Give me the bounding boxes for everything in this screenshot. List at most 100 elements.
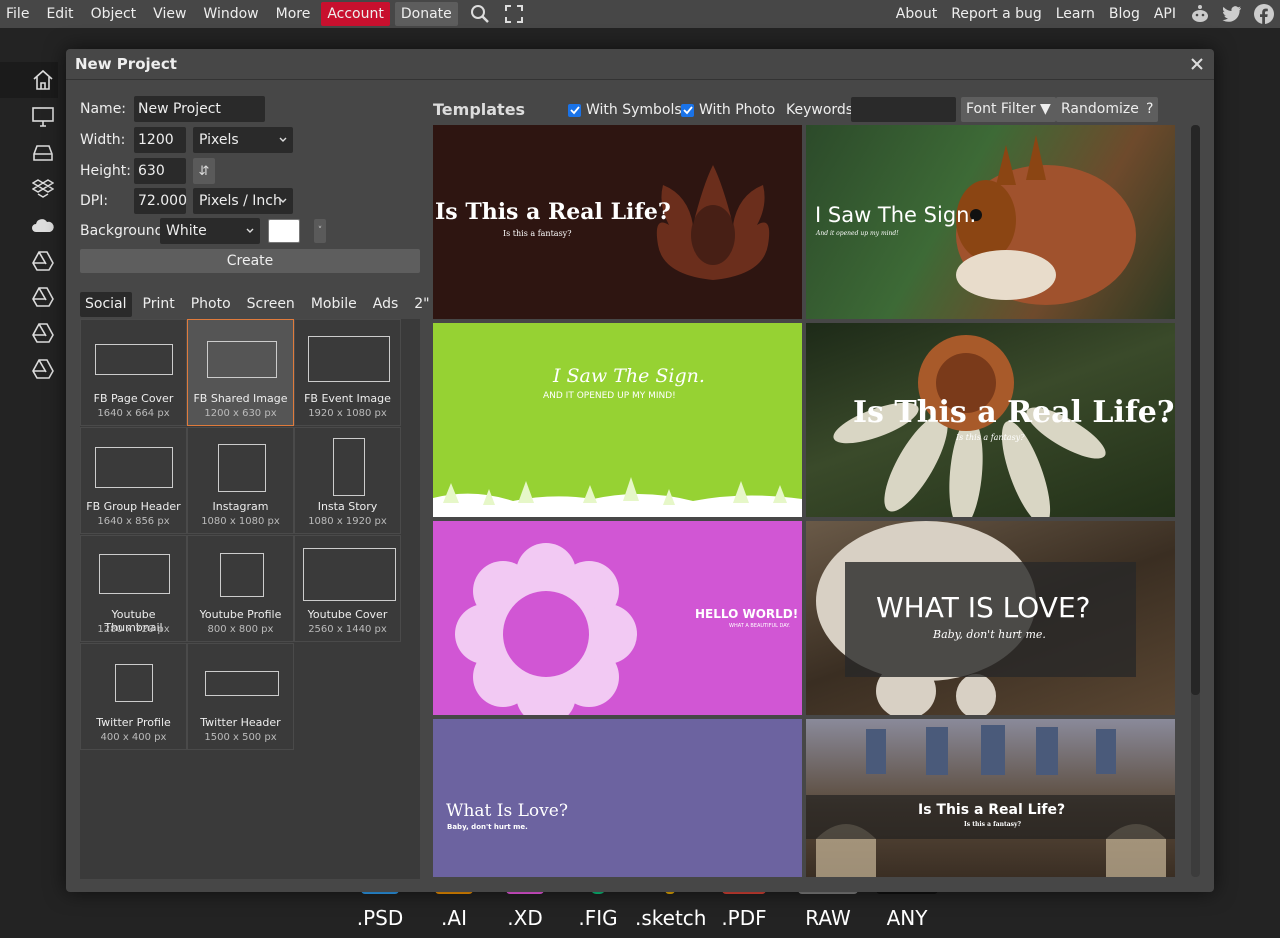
height-label: Height: — [80, 163, 131, 179]
tab-screen[interactable]: Screen — [242, 292, 300, 317]
google-drive-icon[interactable] — [31, 321, 55, 345]
template-subtitle: Is this a fantasy? — [956, 433, 1025, 442]
name-row: Name: — [80, 96, 126, 122]
width-row: Width: — [80, 127, 125, 153]
keywords-input[interactable] — [851, 97, 956, 122]
width-label: Width: — [80, 132, 126, 148]
preset-shape — [333, 438, 365, 496]
donate-button[interactable]: Donate — [394, 2, 458, 26]
reddit-icon[interactable] — [1189, 3, 1211, 25]
fullscreen-icon[interactable] — [502, 2, 526, 26]
format-label: .FIG — [578, 906, 618, 930]
tab-photo[interactable]: Photo — [186, 292, 236, 317]
format-label: .AI — [441, 906, 467, 930]
with-symbols-checkbox[interactable]: With Symbols — [568, 102, 682, 118]
preset-name: FB Shared Image — [193, 392, 288, 405]
template-subtitle: WHAT A BEAUTIFUL DAY. — [729, 623, 790, 629]
twitter-icon[interactable] — [1221, 3, 1243, 25]
create-button[interactable]: Create — [80, 249, 420, 273]
background-select[interactable]: White — [160, 218, 260, 244]
height-input[interactable]: 630 — [134, 158, 186, 184]
menu-report-bug[interactable]: Report a bug — [945, 2, 1048, 26]
template-subtitle: AND IT OPENED UP MY MIND! — [543, 391, 676, 401]
search-icon[interactable] — [468, 2, 492, 26]
menu-about[interactable]: About — [890, 2, 943, 26]
tab-print[interactable]: Print — [138, 292, 180, 317]
dropbox-icon[interactable] — [31, 177, 55, 201]
menu-object[interactable]: Object — [85, 2, 143, 26]
template-card[interactable]: What Is Love? Baby, don't hurt me. — [433, 719, 802, 877]
help-button[interactable]: ? — [1141, 97, 1159, 122]
home-icon[interactable] — [31, 68, 55, 92]
menu-view[interactable]: View — [147, 2, 192, 26]
tab-social[interactable]: Social — [80, 292, 132, 317]
preset-shape — [303, 548, 396, 601]
preset-youtube-profile[interactable]: Youtube Profile 800 x 800 px — [187, 535, 294, 642]
templates-header: Templates With Symbols With Photo Keywor… — [433, 97, 1213, 123]
facebook-icon[interactable] — [1253, 3, 1275, 25]
template-card[interactable]: WHAT IS LOVE? Baby, don't hurt me. — [806, 521, 1175, 715]
template-subtitle: And it opened up my mind! — [816, 230, 899, 237]
preset-instagram[interactable]: Instagram 1080 x 1080 px — [187, 427, 294, 534]
width-input[interactable]: 1200 — [134, 127, 186, 153]
preset-twitter-header[interactable]: Twitter Header 1500 x 500 px — [187, 643, 294, 750]
randomize-button[interactable]: Randomize — [1056, 97, 1144, 122]
account-button[interactable]: Account — [321, 2, 390, 26]
template-card[interactable]: Is This a Real Life? Is this a fantasy? — [806, 323, 1175, 517]
tab-ads[interactable]: Ads — [368, 292, 404, 317]
preset-name: Twitter Profile — [96, 716, 171, 729]
checkbox-checked-icon — [681, 103, 694, 117]
preset-shape — [99, 554, 170, 594]
menu-learn[interactable]: Learn — [1050, 2, 1101, 26]
google-drive-icon[interactable] — [31, 285, 55, 309]
keywords-label: Keywords: — [786, 102, 858, 118]
templates-scrollbar-thumb[interactable] — [1191, 125, 1200, 695]
template-card[interactable]: I Saw The Sign. And it opened up my mind… — [806, 125, 1175, 319]
preset-youtube-thumbnail[interactable]: Youtube Thumbnail 1280 x 720 px — [80, 535, 187, 642]
menu-window[interactable]: Window — [197, 2, 264, 26]
checkbox-checked-icon — [568, 103, 581, 117]
dpi-unit-select[interactable]: Pixels / Inch — [193, 188, 293, 214]
dpi-input[interactable]: 72.000 — [134, 188, 187, 214]
dpi-label: DPI: — [80, 193, 109, 209]
menu-more[interactable]: More — [270, 2, 317, 26]
menu-blog[interactable]: Blog — [1103, 2, 1146, 26]
preset-fb-shared-image[interactable]: FB Shared Image 1200 x 630 px — [187, 319, 294, 426]
google-drive-icon[interactable] — [31, 357, 55, 381]
dialog-title: New Project — [75, 55, 177, 73]
background-color-swatch[interactable] — [268, 219, 300, 243]
template-card[interactable]: Is This a Real Life? Is this a fantasy? — [806, 719, 1175, 877]
tab-2[interactable]: 2" — [409, 292, 434, 317]
onedrive-icon[interactable] — [31, 213, 55, 237]
monitor-icon[interactable] — [31, 105, 55, 129]
preset-fb-page-cover[interactable]: FB Page Cover 1640 x 664 px — [80, 319, 187, 426]
preset-shape — [207, 341, 277, 378]
menu-edit[interactable]: Edit — [40, 2, 79, 26]
template-card[interactable]: Is This a Real Life? Is this a fantasy? — [433, 125, 802, 319]
template-title: Is This a Real Life? — [918, 802, 1066, 818]
preset-fb-group-header[interactable]: FB Group Header 1640 x 856 px — [80, 427, 187, 534]
template-title: HELLO WORLD! — [695, 607, 799, 621]
menu-api[interactable]: API — [1148, 2, 1182, 26]
template-card[interactable]: I Saw The Sign. AND IT OPENED UP MY MIND… — [433, 323, 802, 517]
template-card[interactable]: HELLO WORLD! WHAT A BEAUTIFUL DAY. — [433, 521, 802, 715]
color-dropdown-button[interactable]: ˅ — [314, 219, 326, 243]
swap-dimensions-button[interactable]: ⇵ — [193, 158, 215, 184]
preset-youtube-cover[interactable]: Youtube Cover 2560 x 1440 px — [294, 535, 401, 642]
name-input[interactable]: New Project — [134, 96, 265, 122]
format-label: RAW — [805, 906, 851, 930]
hard-drive-icon[interactable] — [31, 141, 55, 165]
menu-file[interactable]: File — [0, 2, 35, 26]
with-photo-checkbox[interactable]: With Photo — [681, 102, 775, 118]
unit-select-value: Pixels — [199, 132, 239, 148]
preset-insta-story[interactable]: Insta Story 1080 x 1920 px — [294, 427, 401, 534]
template-subtitle: Is this a fantasy? — [964, 821, 1021, 828]
dpi-unit-value: Pixels / Inch — [199, 193, 282, 209]
font-filter-button[interactable]: Font Filter ▼ — [961, 97, 1056, 122]
tab-mobile[interactable]: Mobile — [306, 292, 362, 317]
preset-twitter-profile[interactable]: Twitter Profile 400 x 400 px — [80, 643, 187, 750]
close-icon[interactable] — [1188, 55, 1206, 73]
preset-fb-event-image[interactable]: FB Event Image 1920 x 1080 px — [294, 319, 401, 426]
google-drive-icon[interactable] — [31, 249, 55, 273]
unit-select[interactable]: Pixels — [193, 127, 293, 153]
